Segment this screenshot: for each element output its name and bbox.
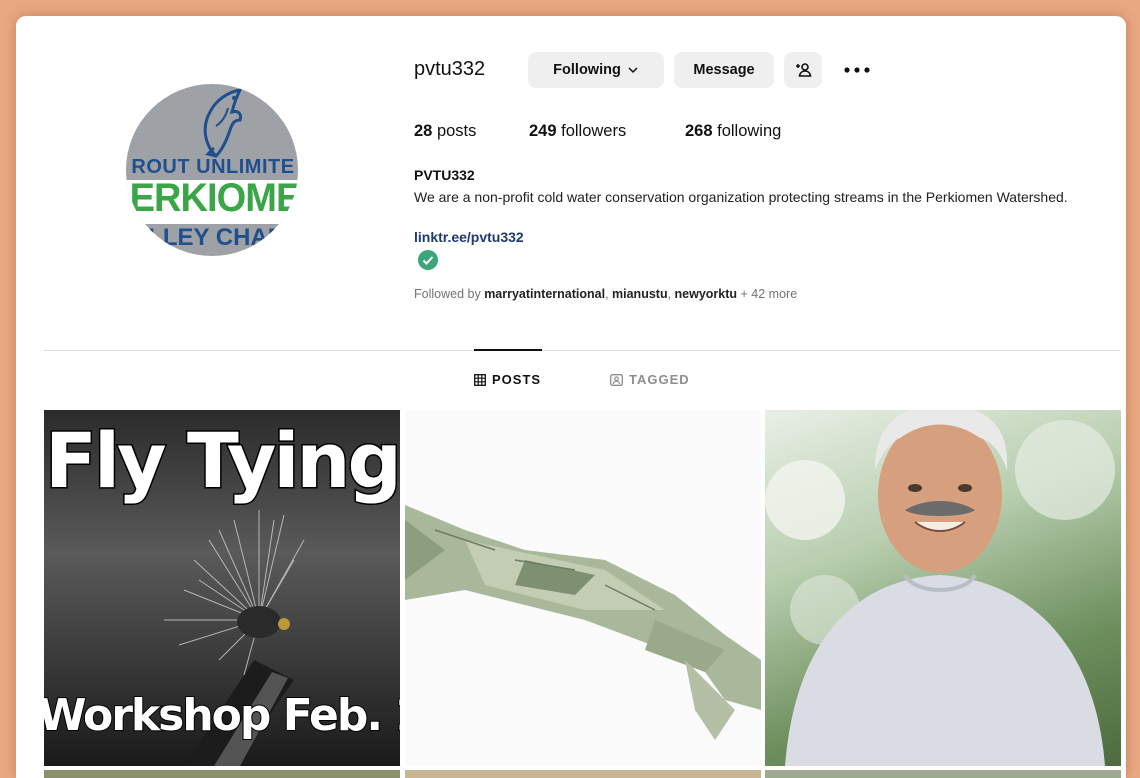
followers-count-label: followers [556,122,627,140]
followed-by-user[interactable]: mianustu [612,287,668,301]
post-tile[interactable]: Fly Tying Workshop Feb. 11t [44,410,400,766]
person-photo-image [765,410,1115,766]
followed-by-user[interactable]: newyorktu [675,287,738,301]
message-button[interactable]: Message [674,52,774,88]
post-tile-next-row[interactable] [405,770,761,778]
posts-count-label: posts [432,122,477,140]
following-link[interactable]: 268 following [685,122,781,141]
posts-count-value: 28 [414,122,433,140]
grid-icon [474,373,486,386]
followed-by[interactable]: Followed by marryatinternational, mianus… [414,287,797,301]
following-button-label: Following [553,62,621,78]
followed-by-prefix: Followed by [414,287,485,301]
followers-count-value: 249 [529,122,557,140]
profile-stats: 28 posts 249 followers 268 following [414,122,781,141]
followers-link[interactable]: 249 followers [529,122,685,141]
avatar-text-line3: LLEY CHAP [148,224,284,251]
profile-username: pvtu332 [414,58,486,80]
following-button[interactable]: Following [528,52,664,88]
chevron-down-icon [628,67,638,74]
trout-logo-icon [203,88,243,158]
following-count-label: following [712,122,782,140]
money-origami-fish-image [405,505,761,740]
post-tile-next-row[interactable] [765,770,1121,778]
post-title: Fly Tying [44,415,400,507]
post-subtitle: Workshop Feb. 11t [44,689,400,742]
tab-posts-label: POSTS [492,372,542,387]
bio-name: PVTU332 [414,167,475,183]
avatar-text-line2: ERKIOME [129,176,298,220]
tab-tagged-label: TAGGED [629,372,690,387]
post-tile[interactable] [765,410,1121,766]
message-button-label: Message [693,62,755,78]
following-count-value: 268 [685,122,713,140]
tabs-divider [44,350,1120,351]
post-tile-next-row[interactable] [44,770,400,778]
add-user-button[interactable] [784,52,822,88]
bio-text: We are a non-profit cold water conservat… [414,189,1068,205]
check-circle-icon [418,250,438,270]
more-horizontal-icon [844,67,870,73]
add-user-icon [796,63,812,77]
profile-page: ROUT UNLIMITE ERKIOME LLEY CHAP pvtu332 … [16,16,1126,778]
posts-count: 28 posts [414,122,529,141]
followed-by-suffix: + 42 more [737,287,798,301]
tagged-icon [610,373,623,386]
post-tile[interactable] [405,410,761,766]
followed-by-user[interactable]: marryatinternational [484,287,605,301]
tab-tagged[interactable]: TAGGED [610,372,690,387]
active-tab-indicator [474,349,542,351]
bio-link[interactable]: linktr.ee/pvtu332 [414,229,524,245]
more-options-button[interactable] [842,58,872,82]
tab-posts[interactable]: POSTS [474,372,541,387]
profile-avatar[interactable]: ROUT UNLIMITE ERKIOME LLEY CHAP [126,84,298,256]
